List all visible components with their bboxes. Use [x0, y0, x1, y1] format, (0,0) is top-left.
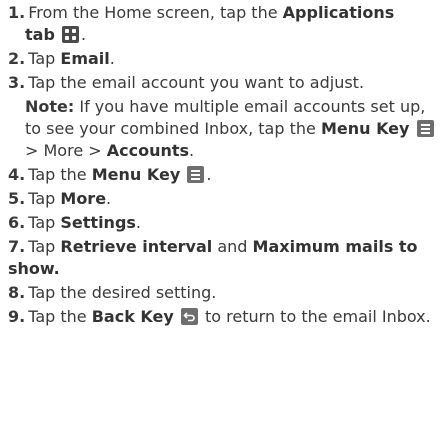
menu-key-label: Menu Key [91, 165, 181, 184]
more-label: More [60, 189, 107, 208]
step-1-continued: tab . [8, 24, 441, 46]
step-text: Tap [28, 49, 61, 68]
menu-key-icon [416, 120, 434, 137]
back-key-icon [180, 308, 198, 325]
step-text: From the Home screen, tap the [28, 3, 283, 22]
step-6: 6. Tap Settings. [8, 212, 441, 234]
applications-grid-icon [62, 26, 79, 43]
step-text: Tap [28, 237, 61, 256]
step-9: 9. Tap the Back Key to return to the emai… [8, 306, 441, 328]
instruction-steps: 1. From the Home screen, tap the Applicat… [0, 0, 445, 328]
note-end: . [189, 141, 195, 160]
step-text: Tap the [28, 307, 92, 326]
step-number: 2. [8, 49, 26, 68]
step-5: 5. Tap More. [8, 188, 441, 210]
step-period: . [206, 165, 212, 184]
step-number: 3. [8, 73, 26, 92]
step-text: Tap the desired setting. [28, 283, 217, 302]
step-1: 1. From the Home screen, tap the Applicat… [8, 2, 441, 46]
note-more: > More > [25, 141, 107, 160]
step-8: 8. Tap the desired setting. [8, 282, 441, 304]
step-number: 1. [8, 3, 26, 22]
step-text: Tap [28, 189, 61, 208]
step-number: 4. [8, 165, 26, 184]
step-4: 4. Tap the Menu Key . [8, 164, 441, 186]
menu-key-icon [187, 166, 205, 183]
applications-label: Applications [282, 3, 395, 22]
step-text: Tap the email account you want to adjust… [28, 73, 365, 92]
step-text: Tap [28, 213, 61, 232]
step-text: and [212, 237, 253, 256]
note-label: Note: [25, 97, 75, 116]
step-7: 7. Tap Retrieve interval and Maximum mail… [8, 236, 441, 280]
tab-label: tab [25, 25, 55, 44]
settings-label: Settings [60, 213, 136, 232]
menu-key-label: Menu Key [320, 119, 410, 138]
step-number: 7. [8, 237, 26, 256]
retrieve-interval-label: Retrieve interval [60, 237, 213, 256]
step-number: 5. [8, 189, 26, 208]
step-text: to return to the email Inbox. [199, 307, 431, 326]
step-period: . [109, 49, 115, 68]
note: Note: If you have multiple email account… [8, 96, 441, 162]
back-key-label: Back Key [91, 307, 174, 326]
step-number: 8. [8, 283, 26, 302]
step-period: . [106, 189, 112, 208]
accounts-label: Accounts [106, 141, 190, 160]
step-text: Tap the [28, 165, 92, 184]
step-period: . [135, 213, 142, 232]
email-label: Email [60, 49, 110, 68]
step-period: . [81, 25, 87, 44]
step-3: 3. Tap the email account you want to adju… [8, 72, 441, 162]
step-2: 2. Tap Email. [8, 48, 441, 70]
step-number: 6. [8, 213, 26, 232]
step-number: 9. [8, 307, 26, 326]
